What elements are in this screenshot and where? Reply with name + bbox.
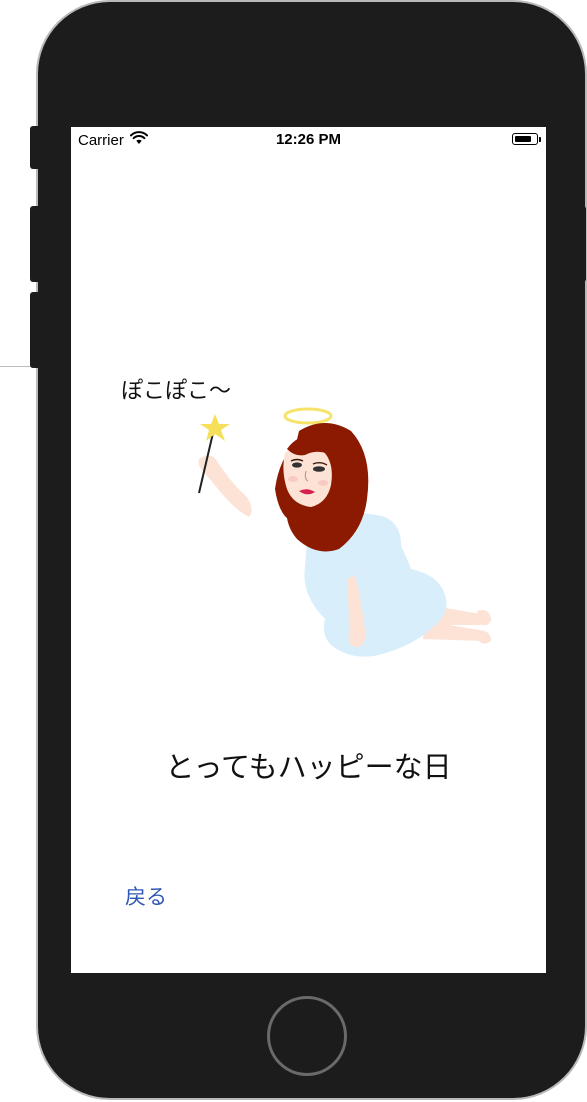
angel-illustration bbox=[189, 399, 509, 669]
home-button[interactable] bbox=[267, 996, 347, 1076]
mute-switch bbox=[30, 126, 38, 169]
back-button[interactable]: 戻る bbox=[125, 881, 167, 911]
battery-fill bbox=[514, 135, 531, 142]
status-time: 12:26 PM bbox=[275, 131, 342, 148]
volume-up-button bbox=[30, 206, 38, 282]
halo-icon bbox=[283, 407, 333, 425]
status-bar: Carrier 12:26 PM bbox=[71, 127, 546, 153]
battery-cap bbox=[539, 137, 541, 142]
power-button bbox=[577, 206, 586, 282]
star-wand-icon bbox=[200, 414, 230, 441]
volume-down-button bbox=[30, 292, 38, 368]
happy-message: とってもハッピーな日 bbox=[165, 750, 452, 784]
battery-icon bbox=[512, 133, 538, 145]
screen: Carrier 12:26 PM ぽこぽこ〜 とってもハッピーな日 戻る bbox=[71, 127, 546, 973]
